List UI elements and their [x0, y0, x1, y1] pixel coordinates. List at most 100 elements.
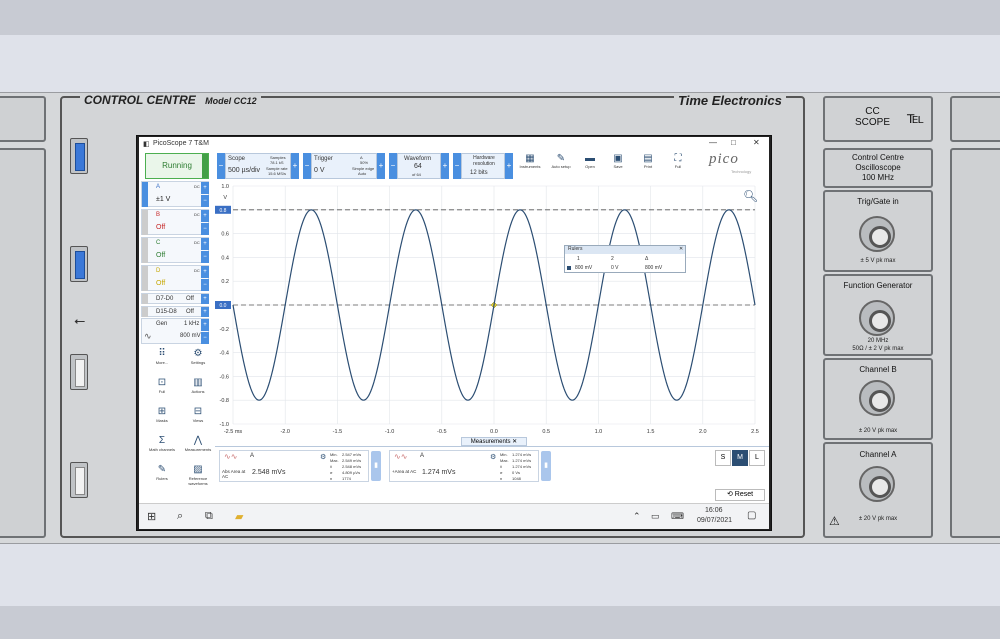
- clock-date[interactable]: 09/07/2021: [697, 517, 732, 524]
- delete-measurement-button[interactable]: ▮: [541, 451, 551, 481]
- waveform-block[interactable]: Waveform 64 of 64: [397, 153, 441, 179]
- channel-increase-button[interactable]: +: [201, 210, 209, 222]
- rulers-box-close-icon[interactable]: ✕: [679, 246, 683, 252]
- save-button[interactable]: ▣ Save: [605, 153, 631, 179]
- channel-b-control[interactable]: B DC Off + −: [141, 209, 209, 235]
- rulers-button[interactable]: ✎ Rulers: [145, 463, 179, 491]
- measurement-card[interactable]: ∿∿ A +Area at AC 1.274 mVs ⚙ Min. 1.274 mVs Max…: [389, 450, 539, 482]
- generator-increase-button[interactable]: +: [201, 319, 209, 331]
- channel-decrease-button[interactable]: −: [201, 223, 209, 235]
- instruments-button[interactable]: ▦ Instruments: [515, 153, 545, 179]
- app-icon: ◧: [143, 141, 150, 148]
- more-button[interactable]: ⠿ More...: [145, 347, 179, 375]
- channel-increase-button[interactable]: +: [201, 307, 209, 317]
- channel-toggle[interactable]: [142, 210, 148, 235]
- actions-button[interactable]: ▥ Actions: [181, 376, 215, 404]
- function-generator-connector[interactable]: [859, 300, 895, 336]
- print-button[interactable]: ▤ Print: [635, 153, 661, 179]
- right-slot-top: [950, 96, 1000, 142]
- auto-setup-button[interactable]: ✎ Auto setup: [547, 153, 575, 179]
- channel-d15-d8-control[interactable]: D15-D8 Off +: [141, 306, 209, 317]
- minimize-button[interactable]: —: [709, 138, 717, 147]
- channel-increase-button[interactable]: +: [201, 238, 209, 250]
- views-button[interactable]: ⊟ Views: [181, 405, 215, 433]
- channel-toggle[interactable]: [142, 266, 148, 291]
- channel-toggle[interactable]: [142, 294, 148, 304]
- views-icon: ⊟: [193, 406, 203, 417]
- clock-time[interactable]: 16:06: [705, 507, 723, 514]
- channel-toggle[interactable]: [142, 182, 148, 207]
- search-icon[interactable]: ⌕: [177, 510, 183, 523]
- size-s-button[interactable]: S: [715, 450, 731, 466]
- reset-button[interactable]: ⟲ Reset: [715, 489, 765, 501]
- windows-start-icon[interactable]: ⊞: [147, 510, 156, 523]
- channel-b-connector[interactable]: [859, 380, 895, 416]
- full-button[interactable]: ⛶ Full: [665, 153, 691, 179]
- channel-range: Off: [156, 224, 166, 231]
- channel-decrease-button[interactable]: −: [201, 279, 209, 291]
- close-button[interactable]: ✕: [753, 138, 760, 147]
- reference-waveforms-button[interactable]: ▨ Reference waveforms: [181, 463, 215, 491]
- channel-a-panel: Channel A ± 20 V pk max ⚠: [823, 442, 933, 538]
- open-button[interactable]: ▬ Open: [577, 153, 603, 179]
- maximize-button[interactable]: □: [731, 138, 736, 147]
- generator-amplitude: 800 mV: [180, 333, 201, 339]
- full-view-icon: ⊡: [157, 377, 167, 388]
- run-stop-button[interactable]: Running: [145, 153, 209, 179]
- size-m-button[interactable]: M: [732, 450, 748, 466]
- zoom-icon[interactable]: 🔍︎: [743, 189, 758, 203]
- hardware-resolution-block[interactable]: Hardware resolution 12 bits: [461, 153, 505, 179]
- scope-increase-button[interactable]: +: [291, 153, 299, 179]
- generator-decrease-button[interactable]: −: [201, 332, 209, 344]
- delete-measurement-button[interactable]: ▮: [371, 451, 381, 481]
- channel-decrease-button[interactable]: −: [201, 195, 209, 207]
- rulers-box[interactable]: Rulers ✕ 1 2 Δ 800 mV 0 V 800 mV: [564, 245, 686, 273]
- channel-increase-button[interactable]: +: [201, 294, 209, 304]
- stat-name: σ: [500, 470, 503, 475]
- notification-icon[interactable]: ▢: [747, 510, 756, 521]
- resolution-decrease-button[interactable]: −: [453, 153, 461, 179]
- network-icon[interactable]: ▭: [651, 511, 660, 522]
- measurement-card[interactable]: ∿∿ A Abs Area at AC 2.548 mVs ⚙ Min. 2.547 mVs…: [219, 450, 369, 482]
- channel-toggle[interactable]: [142, 307, 148, 317]
- resolution-increase-button[interactable]: +: [505, 153, 513, 179]
- gear-icon[interactable]: ⚙: [490, 453, 496, 461]
- channel-toggle[interactable]: [142, 238, 148, 263]
- channel-d-control[interactable]: D DC Off + −: [141, 265, 209, 291]
- measurements-button[interactable]: ⋀ Measurements: [181, 434, 215, 462]
- side-tool-label: Full: [158, 389, 166, 394]
- channel-c-control[interactable]: C DC Off + −: [141, 237, 209, 263]
- chevron-up-icon[interactable]: ⌃: [633, 511, 641, 522]
- full-button[interactable]: ⊡ Full: [145, 376, 179, 404]
- reference-icon: ▨: [193, 464, 203, 475]
- task-view-icon[interactable]: ⧉: [205, 510, 213, 523]
- channel-increase-button[interactable]: +: [201, 182, 209, 194]
- generator-control[interactable]: Gen 1 kHz ∿ 800 mV + −: [141, 318, 209, 344]
- measurement-value: 2.548 mVs: [252, 469, 286, 476]
- file-explorer-icon[interactable]: ▰: [235, 510, 243, 523]
- right-slot-bottom: [950, 148, 1000, 538]
- keyboard-icon[interactable]: ⌨: [671, 511, 684, 522]
- waveform-increase-button[interactable]: +: [441, 153, 449, 179]
- channel-decrease-button[interactable]: −: [201, 251, 209, 263]
- measurements-tab[interactable]: Measurements ✕: [461, 437, 527, 446]
- waveform-decrease-button[interactable]: −: [389, 153, 397, 179]
- scope-decrease-button[interactable]: −: [217, 153, 225, 179]
- size-l-button[interactable]: L: [749, 450, 765, 466]
- close-icon[interactable]: ✕: [512, 439, 517, 445]
- trigger-block[interactable]: Trigger 0 V A 50% Simple edge Auto: [311, 153, 377, 179]
- channel-increase-button[interactable]: +: [201, 266, 209, 278]
- math-channels-button[interactable]: Σ Math channels: [145, 434, 179, 462]
- masks-button[interactable]: ⊞ Masks: [145, 405, 179, 433]
- channel-d7-d0-control[interactable]: D7-D0 Off +: [141, 293, 209, 304]
- gear-icon[interactable]: ⚙: [320, 453, 326, 461]
- settings-button[interactable]: ⚙ Settings: [181, 347, 215, 375]
- channel-b-spec: ± 20 V pk max: [858, 428, 898, 434]
- trigger-decrease-button[interactable]: −: [303, 153, 311, 179]
- channel-a-control[interactable]: A DC ±1 V + −: [141, 181, 209, 207]
- trigger-increase-button[interactable]: +: [377, 153, 385, 179]
- trig-gate-connector[interactable]: [859, 216, 895, 252]
- channel-a-connector[interactable]: [859, 466, 895, 502]
- scope-timebase-block[interactable]: Scope 500 µs/div Samples 78.1 kS Sample …: [225, 153, 291, 179]
- usb-port-1: [70, 138, 88, 174]
